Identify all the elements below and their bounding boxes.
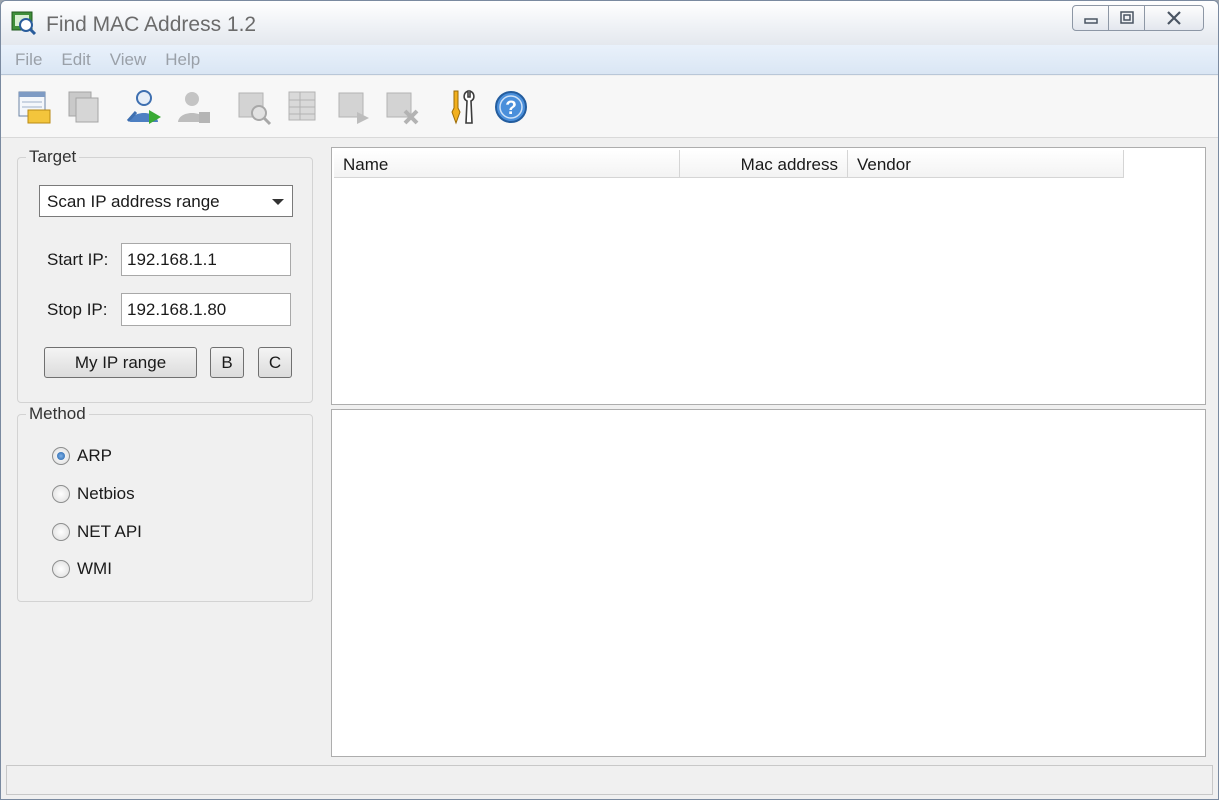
close-icon [1167, 11, 1181, 25]
results-header: Name Mac address Vendor [334, 150, 1124, 178]
stop-scan-icon [178, 92, 210, 123]
class-c-button[interactable]: C [258, 347, 292, 378]
menu-file[interactable]: File [15, 50, 42, 70]
maximize-icon [1119, 11, 1134, 24]
method-netbios-label: Netbios [77, 484, 135, 503]
method-arp-option[interactable]: ARP [52, 445, 112, 467]
title-bar[interactable]: Find MAC Address 1.2 [1, 1, 1218, 45]
column-name[interactable]: Name [334, 150, 680, 178]
scan-mode-select[interactable]: Scan IP address range [39, 185, 293, 217]
app-icon [11, 11, 37, 35]
help-icon: ? [495, 91, 527, 123]
toolbar-open-button[interactable] [16, 88, 54, 126]
toolbar-export-button[interactable] [335, 88, 373, 126]
delete-icon [386, 92, 419, 125]
maximize-button[interactable] [1109, 6, 1145, 30]
main-window: Find MAC Address 1.2 File Edit View Help [0, 0, 1219, 800]
stop-ip-input[interactable]: 192.168.1.80 [121, 293, 291, 326]
column-vendor[interactable]: Vendor [848, 150, 1124, 178]
toolbar-table-button[interactable] [285, 88, 323, 126]
toolbar-find-button[interactable] [235, 88, 273, 126]
close-button[interactable] [1145, 6, 1203, 30]
toolbar-stop-scan-button[interactable] [175, 88, 213, 126]
method-netapi-label: NET API [77, 522, 142, 541]
toolbar-start-scan-button[interactable] [125, 88, 163, 126]
my-ip-range-button[interactable]: My IP range [44, 347, 197, 378]
status-bar [6, 765, 1213, 795]
open-list-icon [18, 91, 51, 124]
toolbar-copy-button[interactable] [65, 88, 103, 126]
scan-mode-value: Scan IP address range [47, 192, 220, 211]
method-netbios-option[interactable]: Netbios [52, 483, 135, 505]
method-wmi-option[interactable]: WMI [52, 558, 112, 580]
window-controls [1072, 5, 1204, 31]
results-list[interactable]: Name Mac address Vendor [331, 147, 1206, 405]
svg-text:?: ? [505, 98, 517, 119]
class-b-button[interactable]: B [210, 347, 244, 378]
method-netbios-radio[interactable] [52, 485, 70, 503]
start-scan-icon [126, 90, 161, 124]
toolbar-delete-button[interactable] [383, 88, 421, 126]
method-legend: Method [26, 404, 89, 424]
minimize-button[interactable] [1073, 6, 1109, 30]
method-wmi-radio[interactable] [52, 560, 70, 578]
target-legend: Target [26, 147, 80, 167]
method-netapi-radio[interactable] [52, 523, 70, 541]
table-icon [288, 91, 316, 121]
method-wmi-label: WMI [77, 559, 112, 578]
minimize-icon [1083, 18, 1098, 24]
toolbar-help-button[interactable]: ? [492, 88, 530, 126]
toolbar: ? [1, 76, 1218, 138]
start-ip-input[interactable]: 192.168.1.1 [121, 243, 291, 276]
method-arp-label: ARP [77, 446, 112, 465]
menu-edit[interactable]: Edit [61, 50, 90, 70]
window-title: Find MAC Address 1.2 [46, 13, 257, 36]
stop-ip-label: Stop IP: [47, 300, 108, 319]
find-icon [238, 92, 272, 126]
menu-bar: File Edit View Help [1, 45, 1218, 75]
column-mac-address[interactable]: Mac address [680, 150, 848, 178]
method-netapi-option[interactable]: NET API [52, 521, 142, 543]
copy-list-icon [68, 91, 99, 123]
method-arp-radio[interactable] [52, 447, 70, 465]
toolbar-settings-button[interactable] [444, 88, 482, 126]
settings-icon [451, 89, 475, 125]
chevron-down-icon [272, 199, 284, 205]
menu-view[interactable]: View [110, 50, 147, 70]
start-ip-label: Start IP: [47, 250, 109, 269]
menu-help[interactable]: Help [165, 50, 200, 70]
export-icon [338, 92, 369, 124]
log-pane[interactable] [331, 409, 1206, 757]
